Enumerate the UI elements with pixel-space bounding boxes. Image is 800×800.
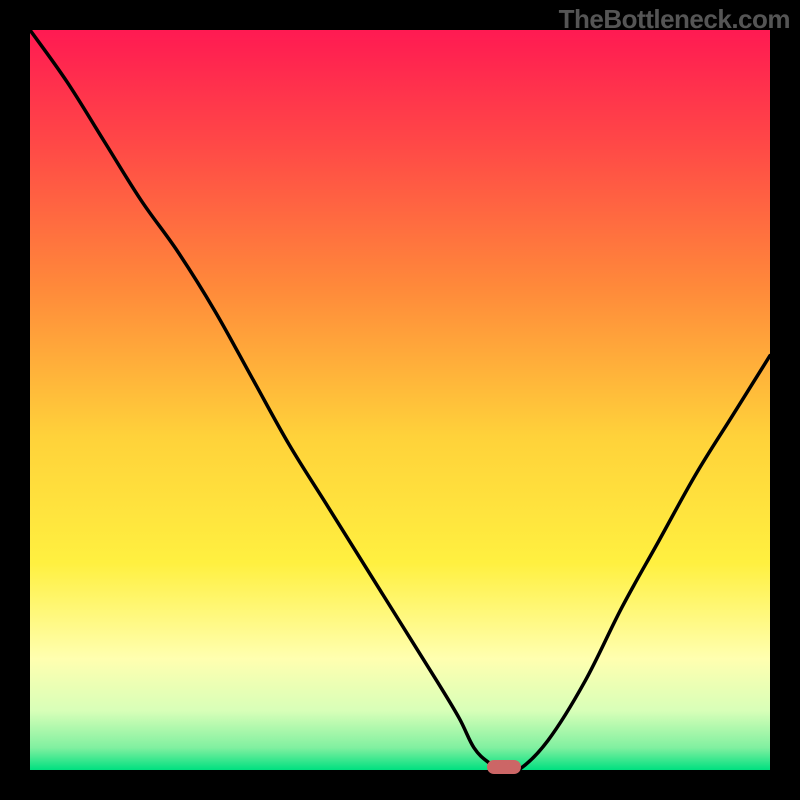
bottleneck-curve	[30, 30, 770, 770]
chart-frame: TheBottleneck.com	[0, 0, 800, 800]
plot-area	[30, 30, 770, 770]
watermark-text: TheBottleneck.com	[559, 4, 790, 35]
